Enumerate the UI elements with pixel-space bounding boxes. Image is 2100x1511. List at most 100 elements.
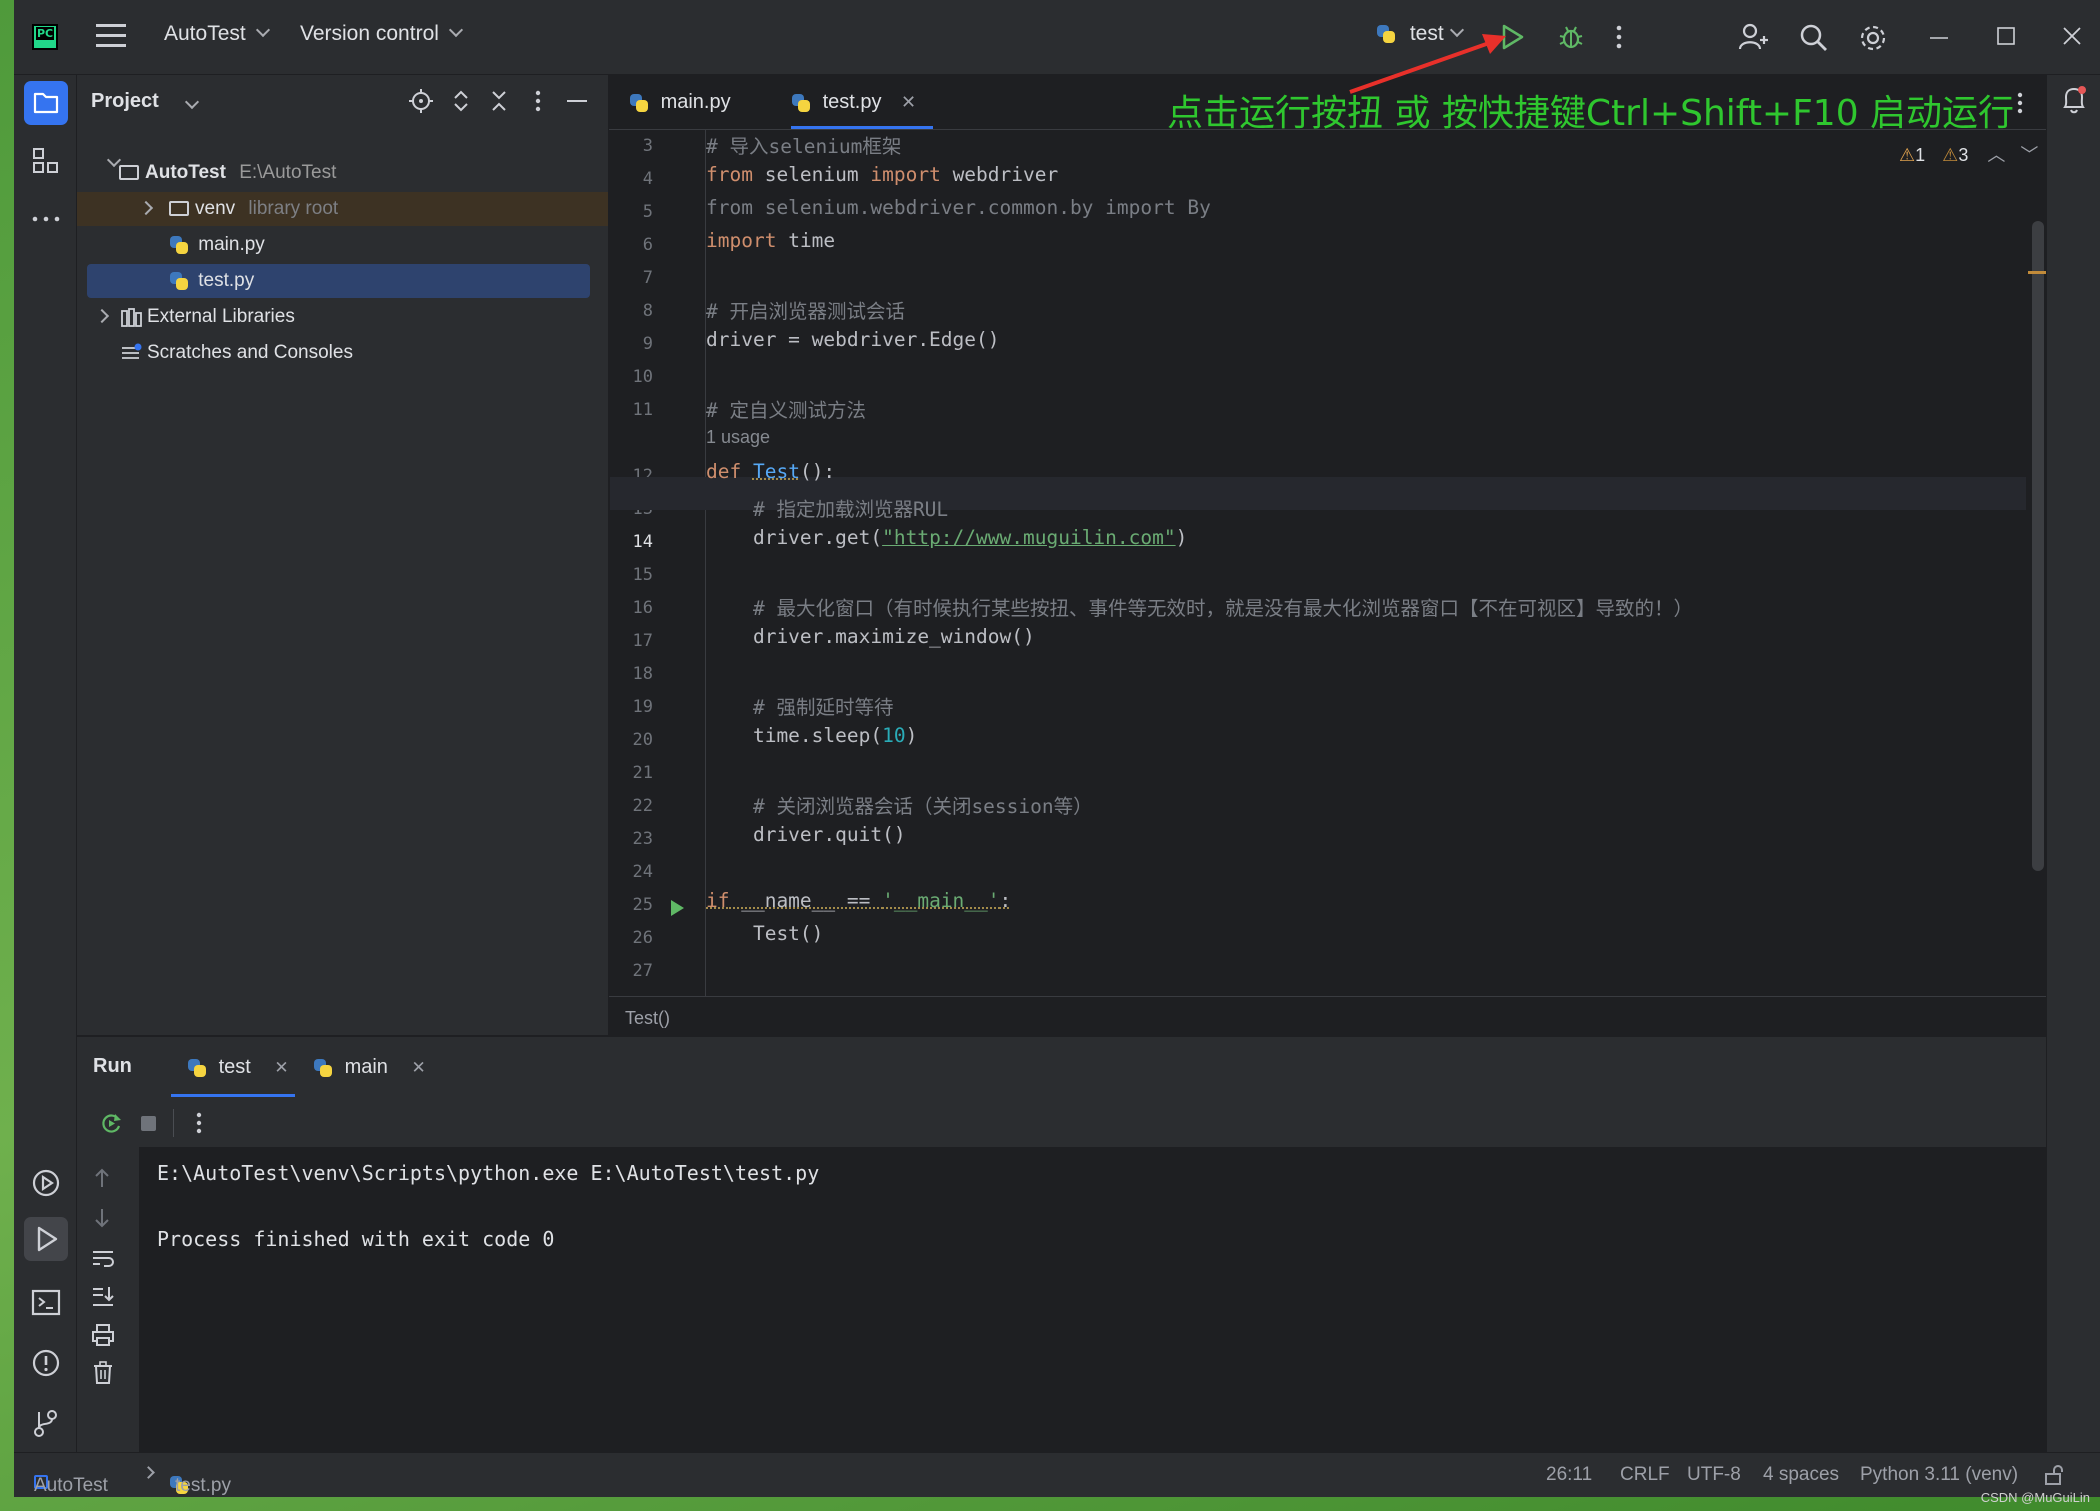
tree-item-test-py[interactable]: test.py: [87, 264, 590, 298]
status-encoding[interactable]: UTF-8: [1687, 1464, 1741, 1486]
code-area[interactable]: # 导入selenium框架 from selenium import webd…: [610, 130, 2026, 997]
print-icon[interactable]: [91, 1323, 115, 1347]
notifications-bell-icon[interactable]: [2060, 85, 2088, 115]
run-icon: [37, 1226, 58, 1252]
code-line-23: driver.quit(): [706, 823, 906, 846]
chevron-down-icon: [255, 22, 270, 38]
project-panel-header: Project: [77, 75, 608, 127]
vcs-label: Version control: [300, 22, 439, 45]
line-number: 22: [632, 796, 653, 816]
tab-options-icon[interactable]: [2016, 91, 2024, 115]
code-line-20: time.sleep(10): [706, 724, 918, 747]
structure-icon[interactable]: [32, 147, 60, 175]
settings-gear-icon[interactable]: [1858, 23, 1888, 53]
close-tab-icon[interactable]: ✕: [274, 1058, 288, 1077]
close-tab-icon[interactable]: ✕: [411, 1058, 425, 1077]
line-number: 19: [632, 697, 653, 717]
tree-label: External Libraries: [147, 306, 295, 327]
editor-breadcrumb[interactable]: Test(): [625, 1008, 670, 1029]
line-number: 16: [632, 598, 653, 618]
python-file-icon: [169, 235, 189, 255]
lock-open-icon[interactable]: [2044, 1464, 2064, 1486]
editor-scrollbar[interactable]: [2032, 221, 2044, 871]
chevron-down-icon[interactable]: [184, 94, 200, 110]
more-actions-icon[interactable]: [1614, 24, 1624, 50]
code-line-11: # 定自义测试方法: [706, 399, 866, 422]
expand-all-icon[interactable]: [452, 89, 470, 113]
clear-all-trash-icon[interactable]: [92, 1361, 114, 1385]
status-line-separator[interactable]: CRLF: [1620, 1464, 1670, 1486]
line-number: 4: [642, 169, 653, 189]
tab-label: main.py: [660, 91, 731, 113]
tree-item-autotest[interactable]: AutoTest E:\AutoTest: [77, 152, 608, 190]
ide-window: AutoTest Version control test: [14, 0, 2100, 1497]
stop-icon[interactable]: [141, 1116, 156, 1131]
services-icon[interactable]: [31, 1168, 61, 1198]
vcs-menu[interactable]: Version control: [300, 22, 463, 46]
project-tool-button[interactable]: [24, 81, 68, 125]
warning-stripe-marker[interactable]: [2028, 271, 2046, 274]
run-gutter-icon[interactable]: [668, 898, 686, 918]
left-tool-strip: [14, 75, 77, 1453]
more-tools-icon[interactable]: [31, 215, 61, 223]
line-number: 7: [642, 268, 653, 288]
library-icon: [121, 308, 142, 327]
search-icon[interactable]: [1800, 24, 1828, 52]
options-icon[interactable]: [534, 89, 542, 113]
right-tool-strip: [2046, 75, 2100, 1453]
editor-breadcrumb-bar: Test(): [609, 996, 2046, 1035]
python-run-icon: [313, 1058, 333, 1078]
status-cursor-position[interactable]: 26:11: [1546, 1464, 1592, 1486]
run-tool-button[interactable]: [24, 1217, 68, 1261]
tab-test-py[interactable]: test.py ✕: [791, 75, 933, 129]
close-tab-icon[interactable]: ✕: [901, 92, 916, 112]
debug-button[interactable]: [1558, 24, 1584, 50]
rerun-icon[interactable]: [99, 1111, 123, 1135]
collapse-all-icon[interactable]: [490, 89, 508, 113]
code-line-5: from selenium.webdriver.common.by import…: [706, 196, 1211, 219]
tree-item-external-libraries[interactable]: External Libraries: [77, 300, 608, 334]
project-panel-title[interactable]: Project: [91, 90, 159, 113]
usage-hint[interactable]: 1 usage: [706, 427, 770, 460]
tree-item-venv[interactable]: venv library root: [77, 192, 608, 226]
scroll-up-icon[interactable]: [91, 1167, 113, 1189]
pycharm-logo-icon: [32, 24, 58, 50]
git-branch-icon[interactable]: [32, 1408, 58, 1438]
scroll-to-end-icon[interactable]: [91, 1285, 115, 1307]
chevron-right-icon[interactable]: [138, 200, 154, 216]
main-menu-icon[interactable]: [96, 24, 126, 48]
line-number: 20: [632, 730, 653, 750]
tab-label: test.py: [822, 91, 882, 113]
tab-main-py[interactable]: main.py: [629, 75, 731, 129]
line-number: 24: [632, 862, 653, 882]
run-console[interactable]: E:\AutoTest\venv\Scripts\python.exe E:\A…: [139, 1147, 2046, 1454]
line-number: 23: [632, 829, 653, 849]
status-indent[interactable]: 4 spaces: [1763, 1464, 1839, 1486]
run-tab-main[interactable]: main ✕: [313, 1037, 426, 1097]
locate-file-icon[interactable]: [409, 89, 433, 113]
run-tab-test[interactable]: test ✕: [171, 1037, 295, 1097]
tree-path: E:\AutoTest: [239, 162, 337, 183]
add-user-icon[interactable]: [1738, 22, 1768, 52]
maximize-window-icon[interactable]: [1997, 27, 2015, 45]
project-switcher[interactable]: AutoTest: [164, 22, 270, 46]
close-window-icon[interactable]: [2063, 27, 2081, 45]
scroll-down-icon[interactable]: [91, 1207, 113, 1229]
code-line-8: # 开启浏览器测试会话: [706, 300, 905, 323]
active-tab-indicator: [791, 126, 933, 129]
terminal-icon[interactable]: [31, 1289, 61, 1317]
line-number: 26: [632, 928, 653, 948]
problems-icon[interactable]: [31, 1348, 61, 1378]
run-options-icon[interactable]: [195, 1111, 203, 1135]
line-number: 8: [642, 301, 653, 321]
folder-icon: [33, 92, 59, 114]
minimize-window-icon[interactable]: [1930, 36, 1948, 40]
tree-label: Scratches and Consoles: [147, 342, 353, 363]
soft-wrap-icon[interactable]: [91, 1247, 115, 1269]
status-interpreter[interactable]: Python 3.11 (venv): [1860, 1464, 2018, 1486]
tree-item-main-py[interactable]: main.py: [77, 228, 608, 262]
hide-panel-icon[interactable]: [567, 99, 587, 103]
chevron-right-icon[interactable]: [94, 308, 110, 324]
line-number: 6: [642, 235, 653, 255]
tree-item-scratches[interactable]: Scratches and Consoles: [77, 336, 608, 370]
